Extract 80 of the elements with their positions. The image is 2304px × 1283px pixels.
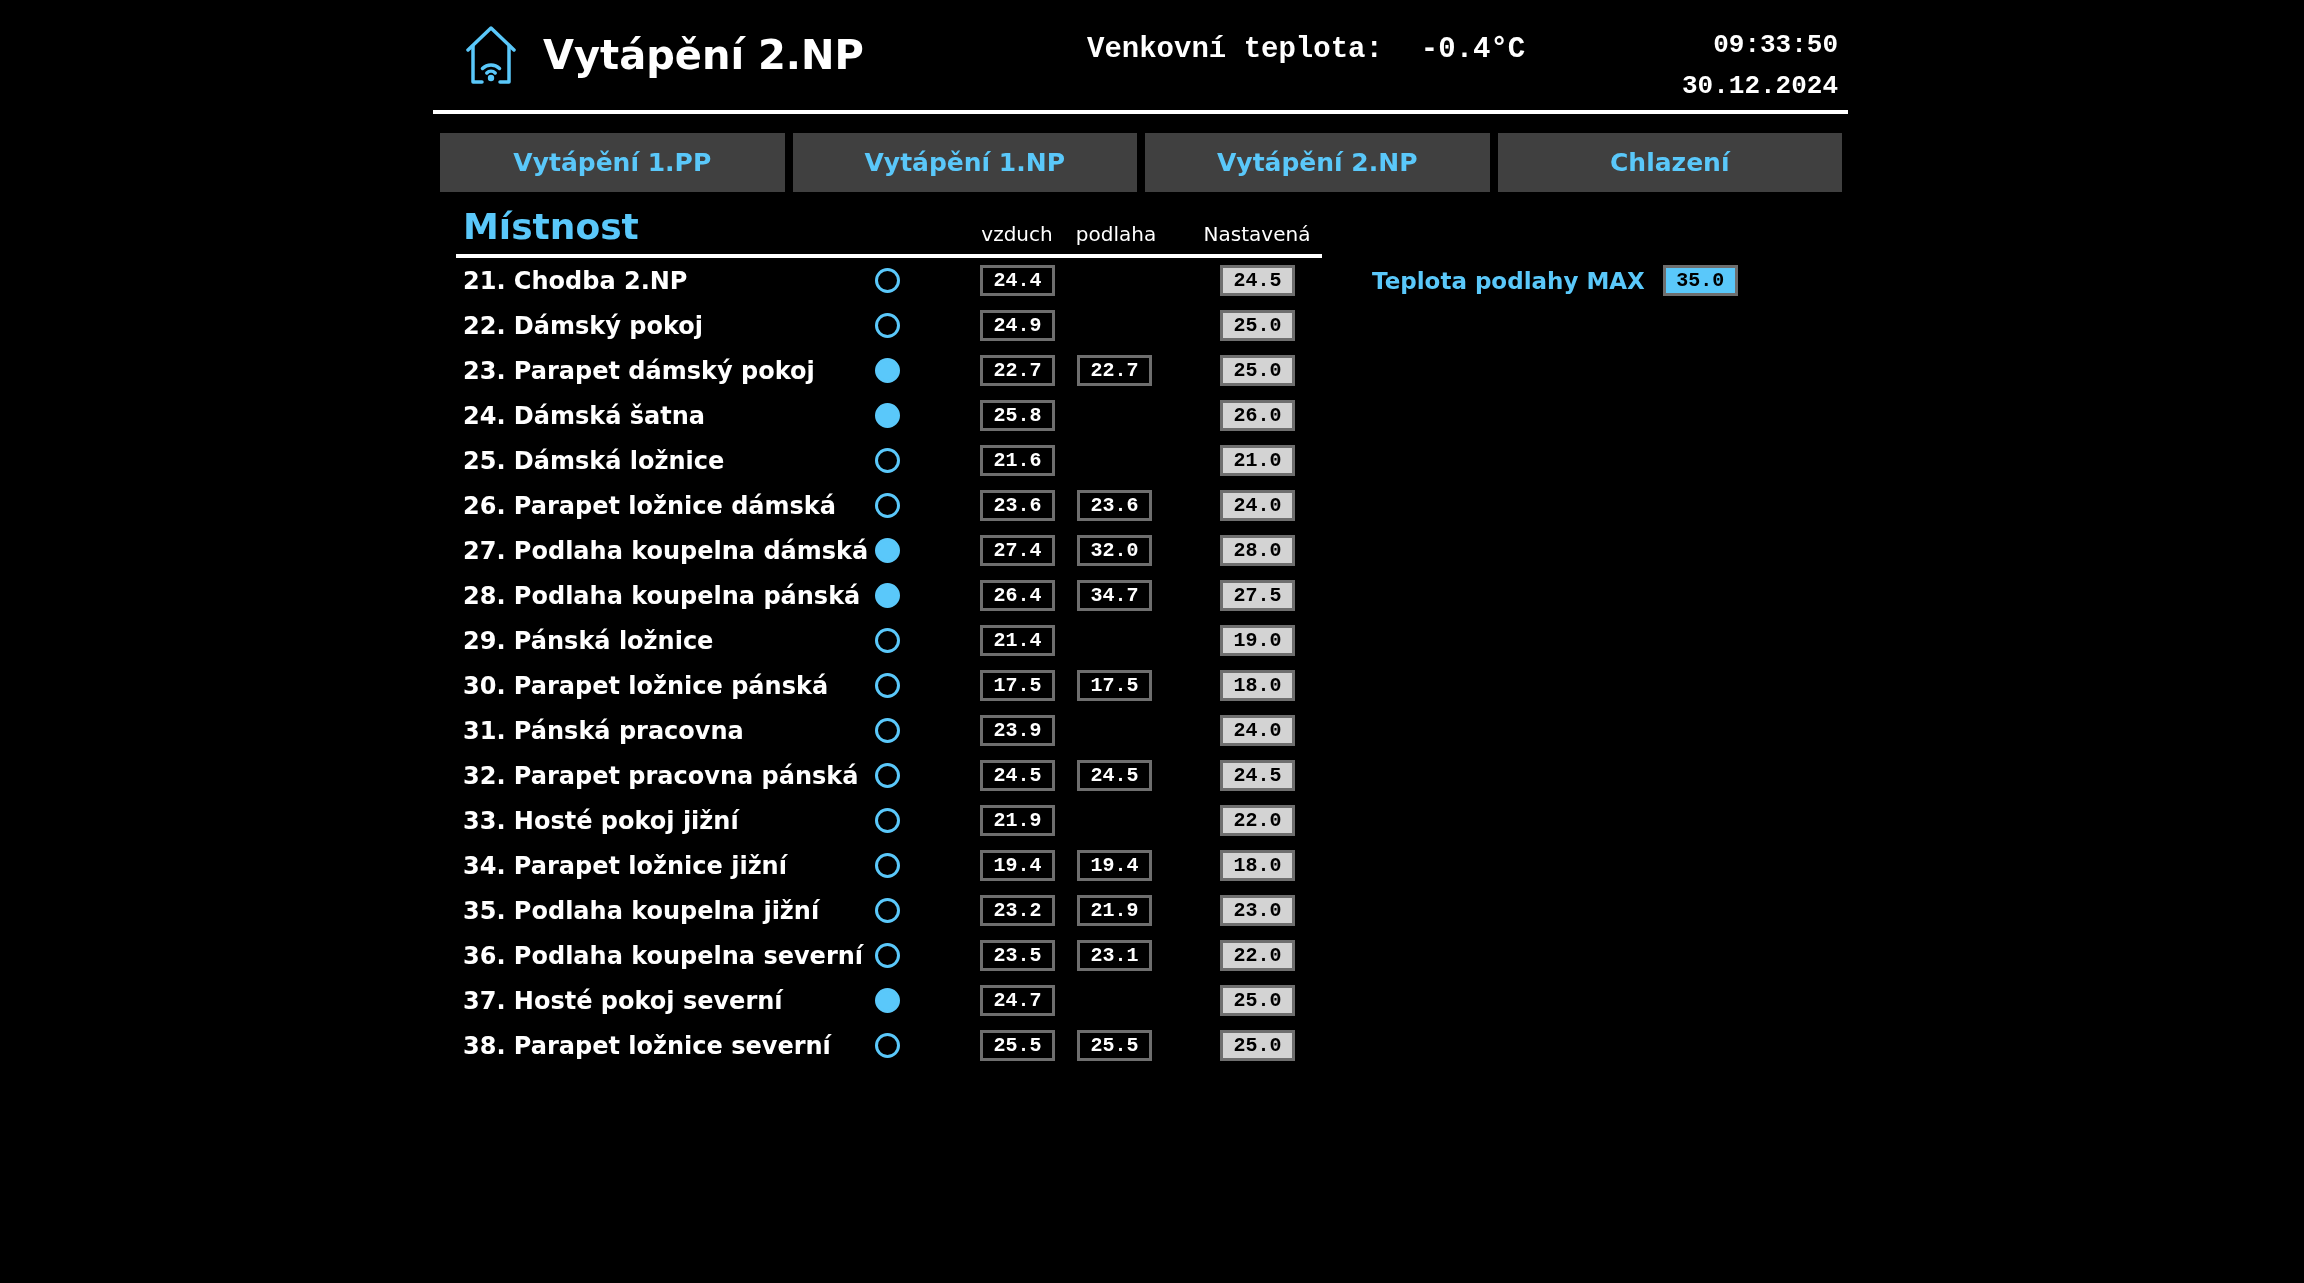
room-name: 29. Pánská ložnice	[463, 626, 715, 655]
air-temperature-reading: 23.2	[980, 895, 1055, 926]
room-name: 35. Podlaha koupelna jižní	[463, 896, 821, 925]
clock-date: 30.12.2024	[1681, 70, 1838, 103]
setpoint-field[interactable]: 25.0	[1220, 355, 1295, 386]
room-name: 28. Podlaha koupelna pánská	[463, 581, 862, 610]
air-temperature-reading: 25.8	[980, 400, 1055, 431]
nav-tab[interactable]: Vytápění 1.PP	[440, 133, 785, 192]
setpoint-field[interactable]: 19.0	[1220, 625, 1295, 656]
setpoint-field[interactable]: 22.0	[1220, 940, 1295, 971]
air-temperature-reading: 19.4	[980, 850, 1055, 881]
outdoor-temperature-label: Venkovní teplota:	[1087, 33, 1383, 67]
column-header: vzduch	[980, 221, 1054, 247]
air-temperature-reading: 21.6	[980, 445, 1055, 476]
setpoint-field[interactable]: 24.5	[1220, 760, 1295, 791]
nav-tab[interactable]: Vytápění 2.NP	[1145, 133, 1490, 192]
room-name: 31. Pánská pracovna	[463, 716, 745, 745]
room-name: 38. Parapet ložnice severní	[463, 1031, 833, 1060]
room-name: 25. Dámská ložnice	[463, 446, 726, 475]
floor-limit-field[interactable]: 35.0	[1662, 265, 1738, 296]
floor-temperature-reading: 32.0	[1077, 535, 1152, 566]
room-name: 32. Parapet pracovna pánská	[463, 761, 860, 790]
floor-temperature-reading: 19.4	[1077, 850, 1152, 881]
floor-limit-label: Teplota podlahy MAX	[1372, 267, 1645, 294]
clock-time: 09:33:50	[1713, 29, 1838, 62]
air-temperature-reading: 24.9	[980, 310, 1055, 341]
room-name: 23. Parapet dámský pokoj	[463, 356, 816, 385]
air-temperature-reading: 21.9	[980, 805, 1055, 836]
air-temperature-reading: 23.5	[980, 940, 1055, 971]
setpoint-field[interactable]: 25.0	[1220, 310, 1295, 341]
floor-temperature-reading: 22.7	[1077, 355, 1152, 386]
air-temperature-reading: 21.4	[980, 625, 1055, 656]
air-temperature-reading: 24.4	[980, 265, 1055, 296]
air-temperature-reading: 24.5	[980, 760, 1055, 791]
setpoint-field[interactable]: 26.0	[1220, 400, 1295, 431]
setpoint-field[interactable]: 18.0	[1220, 670, 1295, 701]
setpoint-field[interactable]: 22.0	[1220, 805, 1295, 836]
air-temperature-reading: 23.9	[980, 715, 1055, 746]
room-name: 36. Podlaha koupelna severní	[463, 941, 865, 970]
air-temperature-reading: 22.7	[980, 355, 1055, 386]
setpoint-field[interactable]: 24.0	[1220, 490, 1295, 521]
setpoint-field[interactable]: 18.0	[1220, 850, 1295, 881]
floor-temperature-reading: 23.6	[1077, 490, 1152, 521]
air-temperature-reading: 24.7	[980, 985, 1055, 1016]
setpoint-field[interactable]: 27.5	[1220, 580, 1295, 611]
column-header: podlaha	[1074, 221, 1158, 247]
nav-tab[interactable]: Chlazení	[1497, 133, 1842, 192]
room-name: 26. Parapet ložnice dámská	[463, 491, 837, 520]
room-name: 27. Podlaha koupelna dámská	[463, 536, 870, 565]
air-temperature-reading: 17.5	[980, 670, 1055, 701]
room-name: 24. Dámská šatna	[463, 401, 707, 430]
house-wifi-icon	[465, 25, 517, 85]
nav-tab[interactable]: Vytápění 1.NP	[792, 133, 1137, 192]
column-header: Nastavená	[1202, 221, 1312, 247]
air-temperature-reading: 26.4	[980, 580, 1055, 611]
page-title: Vytápění 2.NP	[543, 32, 864, 78]
setpoint-field[interactable]: 21.0	[1220, 445, 1295, 476]
air-temperature-reading: 23.6	[980, 490, 1055, 521]
room-name: 33. Hosté pokoj jižní	[463, 806, 741, 835]
floor-temperature-reading: 17.5	[1077, 670, 1152, 701]
setpoint-field[interactable]: 28.0	[1220, 535, 1295, 566]
air-temperature-reading: 27.4	[980, 535, 1055, 566]
setpoint-field[interactable]: 25.0	[1220, 985, 1295, 1016]
setpoint-field[interactable]: 25.0	[1220, 1030, 1295, 1061]
air-temperature-reading: 25.5	[980, 1030, 1055, 1061]
setpoint-field[interactable]: 24.5	[1220, 265, 1295, 296]
room-name: 21. Chodba 2.NP	[463, 266, 689, 295]
floor-temperature-reading: 21.9	[1077, 895, 1152, 926]
room-name: 30. Parapet ložnice pánská	[463, 671, 830, 700]
setpoint-field[interactable]: 24.0	[1220, 715, 1295, 746]
room-name: 22. Dámský pokoj	[463, 311, 704, 340]
outdoor-temperature-value: -0.4°C	[1420, 33, 1526, 67]
floor-temperature-reading: 23.1	[1077, 940, 1152, 971]
room-name: 34. Parapet ložnice jižní	[463, 851, 789, 880]
floor-temperature-reading: 25.5	[1077, 1030, 1152, 1061]
floor-temperature-reading: 34.7	[1077, 580, 1152, 611]
setpoint-field[interactable]: 23.0	[1220, 895, 1295, 926]
room-name: 37. Hosté pokoj severní	[463, 986, 784, 1015]
section-heading: Místnost	[463, 207, 640, 247]
floor-temperature-reading: 24.5	[1077, 760, 1152, 791]
